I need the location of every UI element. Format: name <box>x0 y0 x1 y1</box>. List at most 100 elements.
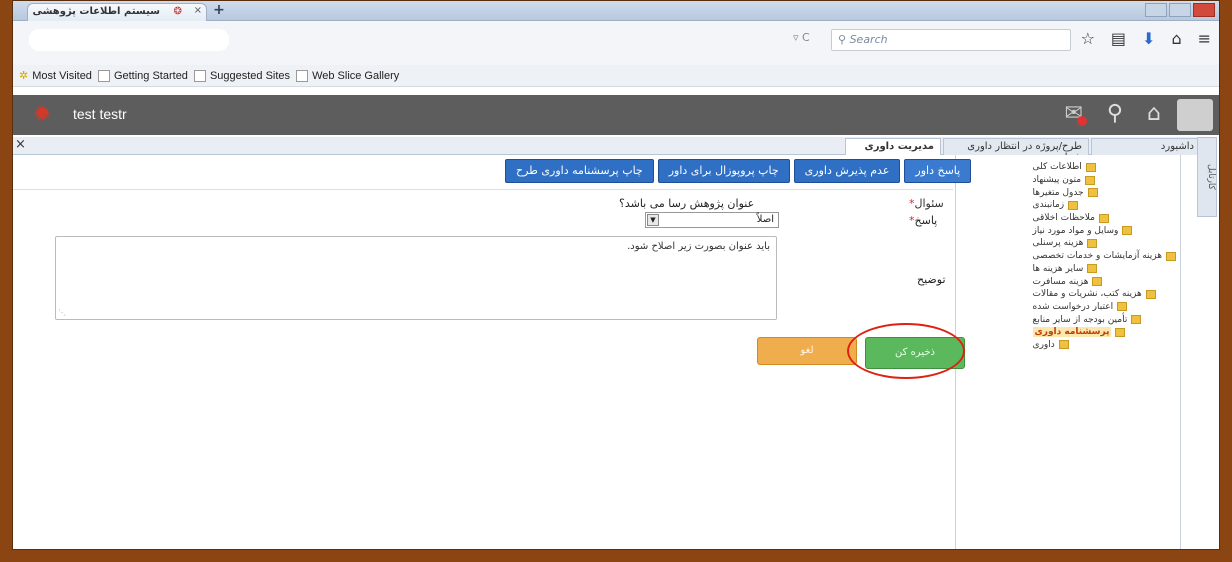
reading-list-icon[interactable]: ▤ <box>1111 29 1126 48</box>
download-icon[interactable]: ⬇ <box>1142 29 1155 48</box>
menu-item[interactable]: جدول متغیرها <box>1033 186 1176 199</box>
menu-item-label: وسایل و مواد مورد نیاز <box>1032 225 1119 236</box>
section-menu: اطلاعات کلی متون پیشنهاد جدول متغیرها زمانب… <box>955 155 1181 549</box>
menu-item-label: اطلاعات کلی <box>1032 162 1082 173</box>
cancel-button[interactable]: لغو <box>757 337 857 365</box>
app-tabs: × مدیریت داوری طرح/پروژه در انتظار داوری… <box>13 137 1203 163</box>
menu-item-label: زمانبندی <box>1032 200 1065 211</box>
bookmark-suggested-sites[interactable]: Suggested Sites <box>193 69 290 82</box>
menu-item-label: تأمین بودجه از سایر منابع <box>1032 314 1128 325</box>
close-tab-icon[interactable]: × <box>15 137 26 152</box>
menu-item[interactable]: زمانبندی <box>1033 199 1176 212</box>
folder-icon <box>1068 200 1079 210</box>
favicon-icon: ❂ <box>173 6 182 17</box>
folder-icon <box>1085 175 1096 185</box>
answer-value: اصلاً <box>756 214 774 225</box>
menu-item[interactable]: متون پیشنهاد <box>1033 174 1176 187</box>
menu-item-label: سایر هزینه ها <box>1032 263 1084 274</box>
page-icon <box>193 69 206 82</box>
menu-item-label: هزینه پرسنلی <box>1032 238 1084 249</box>
menu-item[interactable]: هزینه آزمایشات و خدمات تخصصی <box>1033 250 1176 263</box>
browser-tab-title: سیستم اطلاعات پژوهشی <box>32 6 160 17</box>
menu-item-label: جدول متغیرها <box>1032 187 1084 198</box>
print-proposal-button[interactable]: چاپ پروپوزال برای داور <box>657 159 790 183</box>
menu-icon[interactable]: ≡ <box>1198 29 1211 48</box>
bookmark-web-slice-gallery[interactable]: Web Slice Gallery <box>296 69 399 82</box>
browser-tab-strip: سیستم اطلاعات پژوهشی ❂ × + <box>13 1 1219 21</box>
page-icon <box>97 69 110 82</box>
search-input[interactable]: ⚲ Search <box>831 29 1071 51</box>
bookmarks-bar: ✲ Most Visited Getting Started Suggested … <box>13 65 1219 87</box>
tab-review-management[interactable]: مدیریت داوری <box>845 138 941 155</box>
description-label: توضیح <box>917 273 946 286</box>
window-close-button[interactable] <box>1193 3 1215 17</box>
menu-item[interactable]: اعتبار درخواست شده <box>1033 301 1176 314</box>
menu-item[interactable]: اطلاعات کلی <box>1033 161 1176 174</box>
menu-item[interactable]: وسایل و مواد مورد نیاز <box>1033 224 1176 237</box>
menu-item-label: پرسشنامه داوری <box>1032 327 1112 338</box>
home-icon[interactable]: ⌂ <box>1147 101 1161 126</box>
menu-list: اطلاعات کلی متون پیشنهاد جدول متغیرها زمانب… <box>1032 161 1176 352</box>
menu-item[interactable]: هزینه پرسنلی <box>1033 237 1176 250</box>
header-icons: ✉ ⚲ ⌂ <box>1064 101 1161 126</box>
user-name: test testr <box>73 106 127 122</box>
menu-item[interactable]: هزینه مسافرت <box>1033 275 1176 288</box>
tab-dashboard[interactable]: داشبورد <box>1091 138 1201 155</box>
menu-item[interactable]: داوری <box>1033 339 1176 352</box>
minimize-button[interactable] <box>1145 3 1167 17</box>
bookmark-getting-started[interactable]: Getting Started <box>97 69 188 82</box>
bookmark-icon: ✲ <box>19 70 29 82</box>
menu-item[interactable]: تأمین بودجه از سایر منابع <box>1033 313 1176 326</box>
folder-icon <box>1087 238 1098 248</box>
home-icon[interactable]: ⌂ <box>1171 29 1181 48</box>
screenshot-frame: سیستم اطلاعات پژوهشی ❂ × + ▿ C ⚲ Search … <box>12 0 1220 550</box>
folder-icon <box>1092 277 1103 287</box>
window-controls <box>1145 3 1215 17</box>
mail-icon[interactable]: ✉ <box>1064 101 1088 126</box>
toolbar: چاپ پرسشنامه داوری طرح چاپ پروپوزال برای… <box>505 159 972 183</box>
resize-grip-icon[interactable]: ⋰ <box>58 308 66 317</box>
menu-item[interactable]: هزینه کتب، نشریات و مقالات <box>1033 288 1176 301</box>
app-header: ✹ test testr ✉ ⚲ ⌂ <box>13 95 1219 135</box>
folder-icon <box>1122 226 1133 236</box>
tab-close-button[interactable]: × <box>194 5 202 16</box>
reply-button[interactable]: پاسخ داور <box>904 159 972 183</box>
url-input[interactable] <box>29 29 229 51</box>
search-icon: ⚲ <box>838 33 850 46</box>
search-placeholder: Search <box>849 33 888 46</box>
browser-tab[interactable]: سیستم اطلاعات پژوهشی ❂ × <box>27 3 207 21</box>
answer-label: *پاسخ <box>909 214 938 227</box>
print-questionnaire-button[interactable]: چاپ پرسشنامه داوری طرح <box>505 159 654 183</box>
menu-item-label: داوری <box>1032 339 1055 350</box>
app-logo-icon[interactable]: ✹ <box>33 103 57 127</box>
save-button[interactable]: ذخیره کن <box>865 337 965 369</box>
divider <box>13 189 953 190</box>
folder-icon <box>1166 251 1176 261</box>
question-label: *سئوال <box>909 197 944 210</box>
folder-icon <box>1087 264 1098 274</box>
reload-icon[interactable]: ▿ C <box>793 31 810 44</box>
menu-item[interactable]: پرسشنامه داوری <box>1032 326 1176 339</box>
bookmark-most-visited[interactable]: ✲ Most Visited <box>19 69 92 83</box>
menu-item[interactable]: ملاحظات اخلاقی <box>1033 212 1176 225</box>
bookmark-star-icon[interactable]: ☆ <box>1081 29 1095 48</box>
menu-item-label: هزینه آزمایشات و خدمات تخصصی <box>1032 251 1162 262</box>
header-side-button[interactable] <box>1177 99 1213 131</box>
folder-icon <box>1145 289 1156 299</box>
chevron-down-icon[interactable]: ▼ <box>647 214 659 226</box>
browser-nav-bar: ▿ C ⚲ Search ☆ ▤ ⬇ ⌂ ≡ <box>13 21 1219 65</box>
search-icon[interactable]: ⚲ <box>1107 101 1123 126</box>
nav-icons: ☆ ▤ ⬇ ⌂ ≡ <box>1081 29 1211 48</box>
tab-pending-review[interactable]: طرح/پروژه در انتظار داوری شما <box>943 138 1089 163</box>
side-vertical-tab[interactable]: کارتابل <box>1197 137 1217 217</box>
folder-icon <box>1087 188 1098 198</box>
reject-review-button[interactable]: عدم پذیرش داوری <box>793 159 901 183</box>
maximize-button[interactable] <box>1169 3 1191 17</box>
new-tab-button[interactable]: + <box>211 3 227 19</box>
folder-icon <box>1117 302 1128 312</box>
answer-select[interactable]: ▼ اصلاً <box>645 212 779 228</box>
description-value: باید عنوان بصورت زیر اصلاح شود. <box>627 241 770 252</box>
menu-item[interactable]: سایر هزینه ها <box>1033 263 1176 276</box>
folder-icon <box>1058 340 1069 350</box>
description-textarea[interactable]: باید عنوان بصورت زیر اصلاح شود. ⋰ <box>55 236 777 320</box>
